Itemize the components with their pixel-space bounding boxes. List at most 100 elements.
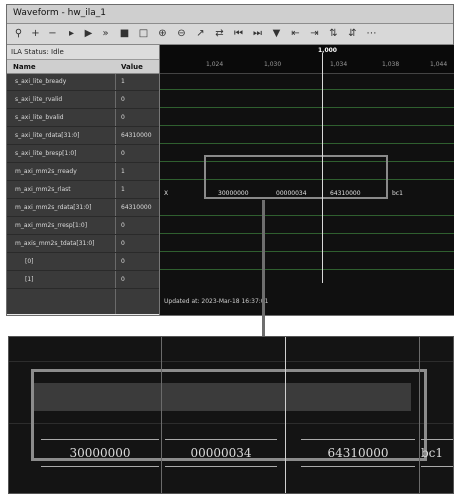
signal-value: 0 <box>121 276 125 283</box>
zoom-bus-value: 00000034 <box>165 439 277 467</box>
signal-row[interactable]: s_axi_lite_bvalid 0 <box>7 110 159 127</box>
zoom-grid-line <box>9 361 453 362</box>
signal-row[interactable]: s_axi_lite_bready 1 <box>7 74 159 91</box>
signal-value: 64310000 <box>121 132 152 139</box>
zoom-bus-value: bc1 <box>421 439 453 467</box>
signal-row[interactable]: s_axi_lite_rdata[31:0] 64310000 <box>7 128 159 145</box>
ruler-tick: 1,030 <box>264 61 282 68</box>
snap-icon[interactable]: ⇅ <box>327 27 340 40</box>
zoom-bus-value: 64310000 <box>301 439 415 467</box>
next-marker-icon[interactable]: ⇥ <box>308 27 321 40</box>
signal-name: m_axis_mm2s_tdata[31:0] <box>15 240 95 247</box>
cursor-label: 1,000 <box>318 47 337 54</box>
bus-trace: X 30000000 00000034 64310000 bc1 <box>160 187 454 201</box>
column-header: Name Value <box>7 60 159 74</box>
time-cursor[interactable] <box>322 53 323 283</box>
ruler-tick: 1,024 <box>206 61 224 68</box>
signal-name: [0] <box>25 258 34 265</box>
zoom-edge-line <box>419 337 420 493</box>
callout-arrow <box>262 200 265 348</box>
bus-value: bc1 <box>392 190 403 197</box>
updated-timestamp: Updated at: 2023-Mar-18 16:37:01 <box>164 298 269 305</box>
signal-trace <box>160 143 454 144</box>
stop-icon[interactable]: ■ <box>118 27 131 40</box>
ruler-tick: 1,034 <box>330 61 348 68</box>
signal-value: 0 <box>121 222 125 229</box>
signal-name: m_axi_mm2s_rresp[1:0] <box>15 222 88 229</box>
signal-value: 64310000 <box>121 204 152 211</box>
signal-trace <box>160 251 454 252</box>
window-title: Waveform - hw_ila_1 <box>13 8 106 18</box>
signal-value: 1 <box>121 168 125 175</box>
goto-end-icon[interactable]: ⏭ <box>251 27 264 40</box>
zoomed-view: 30000000 00000034 64310000 bc1 <box>8 336 454 494</box>
signal-name: m_axi_mm2s_rready <box>15 168 77 175</box>
signal-row[interactable]: [1] 0 <box>7 272 159 289</box>
signal-row[interactable]: m_axi_mm2s_rready 1 <box>7 164 159 181</box>
zoom-area-icon[interactable]: ⊖ <box>175 27 188 40</box>
zoom-fit-icon[interactable]: ⊕ <box>156 27 169 40</box>
waveform-pane[interactable]: 1,000 1,024 1,030 1,034 1,038 1,044 X 30… <box>159 45 454 315</box>
settings-icon[interactable]: ⋯ <box>365 27 378 40</box>
fast-forward-icon[interactable]: » <box>99 27 112 40</box>
signal-name: s_axi_lite_bready <box>15 78 67 85</box>
signal-name: [1] <box>25 276 34 283</box>
signal-trace <box>160 233 454 234</box>
signal-value: 0 <box>121 114 125 121</box>
expand-icon[interactable]: ↗ <box>194 27 207 40</box>
signal-name: s_axi_lite_bresp[1:0] <box>15 150 77 157</box>
bus-value: X <box>164 190 169 197</box>
bus-value: 00000034 <box>276 190 307 197</box>
signal-name: m_axi_mm2s_rdata[31:0] <box>15 204 92 211</box>
name-column-header[interactable]: Name <box>13 63 36 71</box>
signal-trace <box>160 125 454 126</box>
zoom-out-icon[interactable]: − <box>46 27 59 40</box>
signal-row[interactable]: m_axi_mm2s_rdata[31:0] 64310000 <box>7 200 159 217</box>
value-column-header[interactable]: Value <box>121 63 143 71</box>
signal-value: 0 <box>121 258 125 265</box>
play-icon[interactable]: ▸ <box>65 27 78 40</box>
signal-row[interactable]: m_axis_mm2s_tdata[31:0] 0 <box>7 236 159 253</box>
signal-value: 1 <box>121 186 125 193</box>
swap-icon[interactable]: ⇄ <box>213 27 226 40</box>
signal-name: m_axi_mm2s_rlast <box>15 186 71 193</box>
signal-name: s_axi_lite_bvalid <box>15 114 64 121</box>
toolbar: ⚲ + − ▸ ▶ » ■ □ ⊕ ⊖ ↗ ⇄ ⏮ ⏭ ▼ ⇤ ⇥ ⇅ ⇵ ⋯ <box>7 24 453 45</box>
signal-trace <box>160 269 454 270</box>
signal-row[interactable]: s_axi_lite_bresp[1:0] 0 <box>7 146 159 163</box>
signal-row[interactable]: m_axi_mm2s_rresp[1:0] 0 <box>7 218 159 235</box>
time-ruler[interactable]: 1,000 1,024 1,030 1,034 1,038 1,044 <box>160 45 454 74</box>
ila-status-text: ILA Status: Idle <box>11 48 64 56</box>
fit-icon[interactable]: □ <box>137 27 150 40</box>
signal-value: 0 <box>121 240 125 247</box>
zoom-in-icon[interactable]: + <box>29 27 42 40</box>
bus-value: 64310000 <box>330 190 361 197</box>
ruler-tick: 1,044 <box>430 61 448 68</box>
zoom-cursor <box>285 337 286 493</box>
signal-value: 1 <box>121 78 125 85</box>
signal-name-pane: ILA Status: Idle Name Value s_axi_lite_b… <box>7 45 159 315</box>
zoom-bus-value: 30000000 <box>41 439 159 467</box>
signal-name: s_axi_lite_rvalid <box>15 96 63 103</box>
goto-start-icon[interactable]: ⏮ <box>232 27 245 40</box>
signal-trace <box>160 107 454 108</box>
ila-status: ILA Status: Idle <box>7 45 159 60</box>
signal-name: s_axi_lite_rdata[31:0] <box>15 132 80 139</box>
signal-value: 0 <box>121 150 125 157</box>
bus-value: 30000000 <box>218 190 249 197</box>
sort-icon[interactable]: ⇵ <box>346 27 359 40</box>
run-icon[interactable]: ▶ <box>82 27 95 40</box>
add-marker-icon[interactable]: ▼ <box>270 27 283 40</box>
title-bar: Waveform - hw_ila_1 <box>7 5 453 24</box>
prev-marker-icon[interactable]: ⇤ <box>289 27 302 40</box>
signal-trace <box>160 89 454 90</box>
ruler-tick: 1,038 <box>382 61 400 68</box>
signal-value: 0 <box>121 96 125 103</box>
signal-row[interactable]: s_axi_lite_rvalid 0 <box>7 92 159 109</box>
search-icon[interactable]: ⚲ <box>12 27 25 40</box>
signal-row[interactable]: m_axi_mm2s_rlast 1 <box>7 182 159 199</box>
zoom-edge-line <box>161 337 162 493</box>
signal-trace <box>160 215 454 216</box>
signal-list: s_axi_lite_bready 1 s_axi_lite_rvalid 0 s_… <box>7 74 159 314</box>
signal-row[interactable]: [0] 0 <box>7 254 159 271</box>
